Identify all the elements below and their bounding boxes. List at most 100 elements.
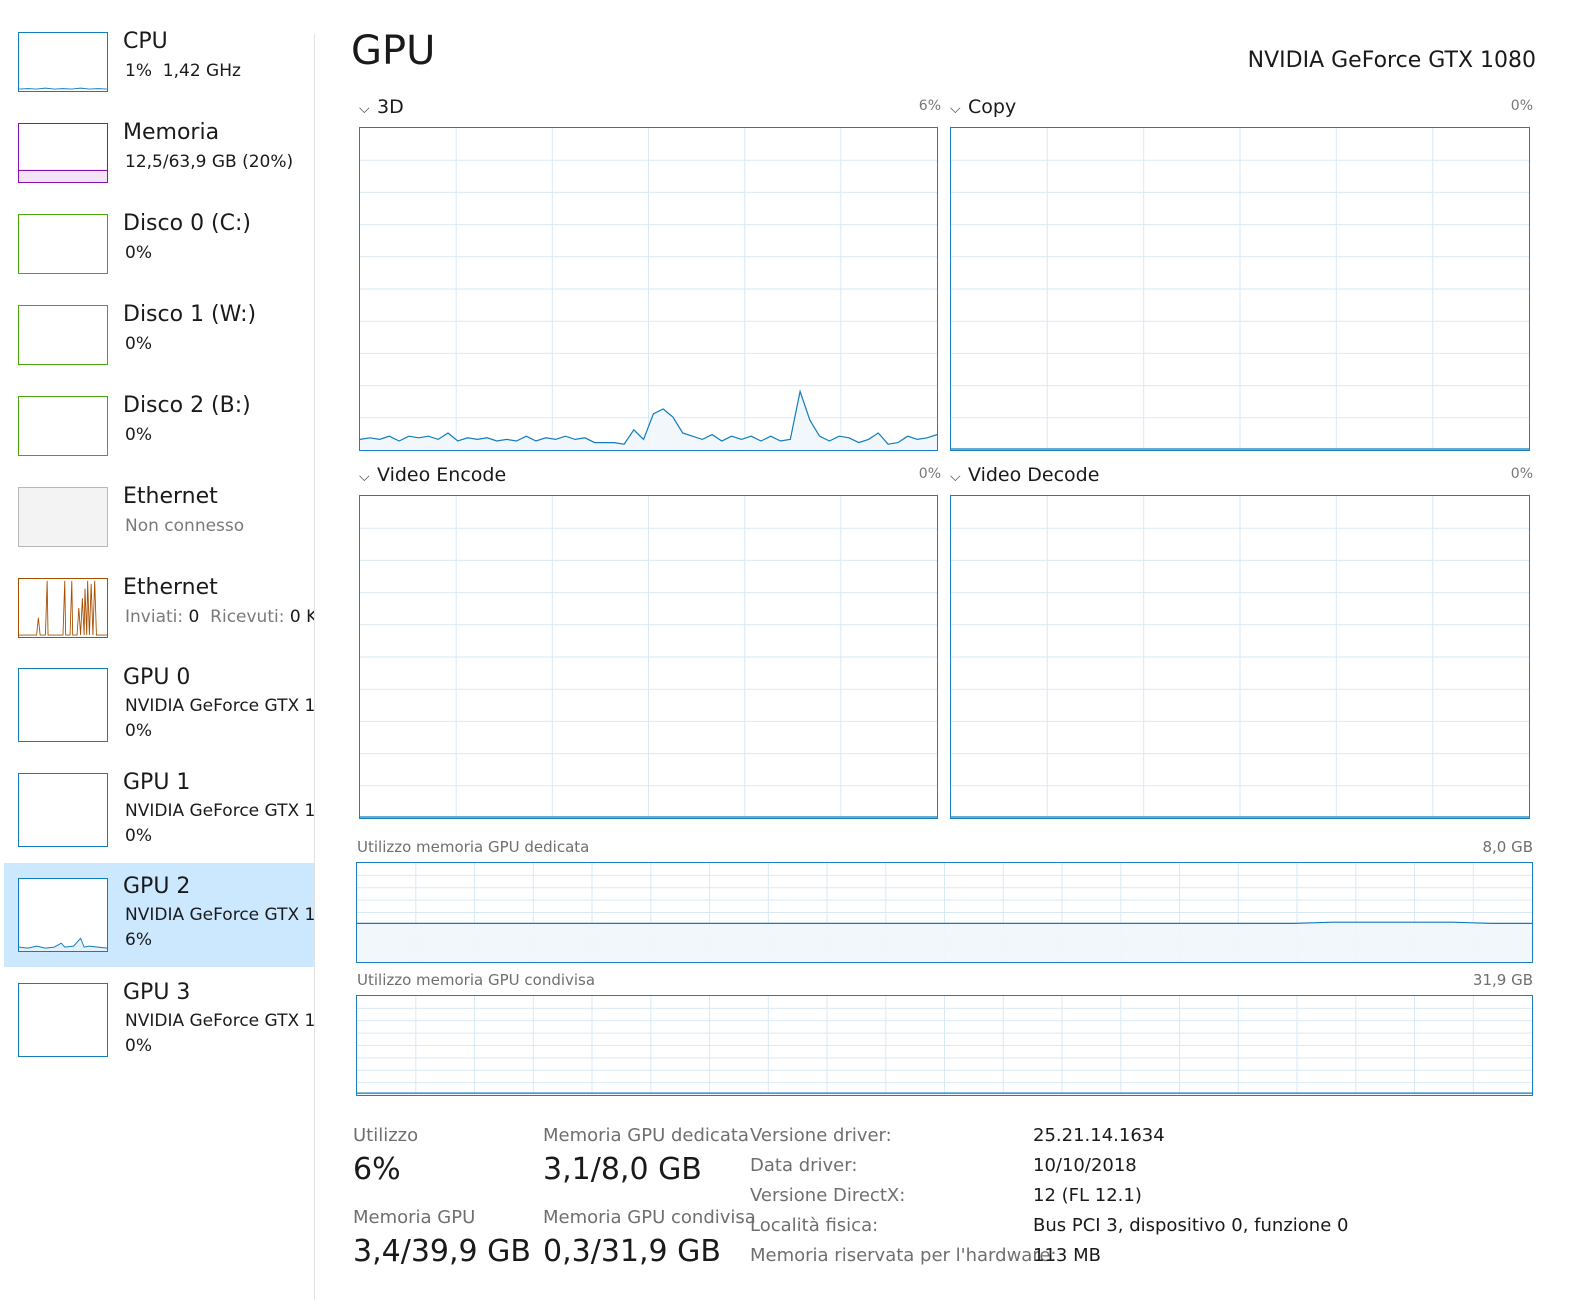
prop-reserved-label: Memoria riservata per l'hardware: bbox=[750, 1245, 1057, 1266]
dedicated-memory-label: Utilizzo memoria GPU dedicata bbox=[357, 838, 590, 856]
memory-thumbnail bbox=[18, 123, 108, 183]
sidebar-ethernet1-recv-value: 0 Kbps bbox=[289, 607, 314, 627]
sidebar-gpu1-title: GPU 1 bbox=[123, 770, 191, 795]
sidebar-disk2-title: Disco 2 (B:) bbox=[123, 393, 251, 418]
page-title: GPU bbox=[351, 28, 436, 74]
graph-decode-label: Video Decode bbox=[968, 464, 1100, 486]
sidebar-cpu-speed: 1,42 GHz bbox=[162, 61, 241, 81]
graph-3d-percent: 6% bbox=[918, 98, 941, 114]
chevron-down-icon: ⌵ bbox=[359, 469, 370, 485]
prop-driver-date-label: Data driver: bbox=[750, 1155, 858, 1176]
sidebar-gpu2-model: NVIDIA GeForce GTX 1080 bbox=[125, 905, 314, 925]
sidebar-item-gpu1[interactable]: GPU 1 NVIDIA GeForce GTX 1080 0% bbox=[4, 764, 314, 868]
gpu-model-name: NVIDIA GeForce GTX 1080 bbox=[1247, 48, 1536, 73]
sidebar-disk1-detail: 0% bbox=[125, 334, 152, 354]
disk0-thumbnail bbox=[18, 214, 108, 274]
series-area bbox=[357, 922, 1532, 962]
resource-sidebar: CPU 1% 1,42 GHz Memoria 12,5/63,9 GB (20… bbox=[0, 0, 314, 1310]
sidebar-ethernet1-detail: Inviati: 0 Ricevuti: 0 Kbps bbox=[125, 607, 314, 627]
sidebar-ethernet1-sent-value: 0 bbox=[188, 607, 200, 627]
sidebar-disk0-title: Disco 0 (C:) bbox=[123, 211, 251, 236]
gpu0-thumbnail bbox=[18, 668, 108, 742]
graph-3d-chart bbox=[360, 128, 937, 450]
sidebar-memory-detail: 12,5/63,9 GB (20%) bbox=[125, 152, 294, 172]
sidebar-item-ethernet-connected[interactable]: Ethernet Inviati: 0 Ricevuti: 0 Kbps bbox=[4, 568, 314, 658]
sidebar-gpu0-title: GPU 0 bbox=[123, 665, 191, 690]
sidebar-disk0-detail: 0% bbox=[125, 243, 152, 263]
prop-location-label: Località fisica: bbox=[750, 1215, 879, 1236]
sidebar-cpu-detail: 1% 1,42 GHz bbox=[125, 61, 241, 81]
graph-decode bbox=[950, 495, 1530, 819]
graph-3d-selector[interactable]: ⌵ 3D bbox=[359, 96, 404, 118]
chevron-down-icon: ⌵ bbox=[359, 101, 370, 117]
stat-utilization-label: Utilizzo bbox=[353, 1125, 419, 1146]
sidebar-gpu0-model: NVIDIA GeForce GTX 1080 bbox=[125, 696, 314, 716]
sidebar-item-ethernet-disconnected[interactable]: Ethernet Non connesso bbox=[4, 477, 314, 567]
graph-encode bbox=[359, 495, 938, 819]
prop-directx-label: Versione DirectX: bbox=[750, 1185, 906, 1206]
graph-copy-percent: 0% bbox=[1510, 98, 1533, 114]
graph-encode-label: Video Encode bbox=[377, 464, 507, 486]
sidebar-item-disk1[interactable]: Disco 1 (W:) 0% bbox=[4, 295, 314, 385]
sidebar-cpu-title: CPU bbox=[123, 29, 168, 54]
graph-decode-selector[interactable]: ⌵ Video Decode bbox=[950, 464, 1099, 486]
sidebar-gpu3-title: GPU 3 bbox=[123, 980, 191, 1005]
graph-shared-memory bbox=[356, 995, 1533, 1096]
prop-directx-value: 12 (FL 12.1) bbox=[1033, 1185, 1142, 1206]
graph-encode-percent: 0% bbox=[918, 466, 941, 482]
sidebar-gpu0-usage: 0% bbox=[125, 721, 152, 741]
graph-shared-memory-chart bbox=[357, 996, 1532, 1095]
graph-copy bbox=[950, 127, 1530, 451]
stat-gpu-memory-label: Memoria GPU bbox=[353, 1207, 476, 1228]
cpu-thumbnail bbox=[18, 32, 108, 92]
sidebar-item-disk0[interactable]: Disco 0 (C:) 0% bbox=[4, 204, 314, 294]
sidebar-ethernet0-title: Ethernet bbox=[123, 484, 218, 509]
prop-driver-version-label: Versione driver: bbox=[750, 1125, 892, 1146]
sidebar-ethernet1-recv-label: Ricevuti: bbox=[210, 607, 285, 627]
ethernet1-thumbnail bbox=[18, 578, 108, 638]
sidebar-item-disk2[interactable]: Disco 2 (B:) 0% bbox=[4, 386, 314, 476]
disk2-thumbnail bbox=[18, 396, 108, 456]
sidebar-item-gpu0[interactable]: GPU 0 NVIDIA GeForce GTX 1080 0% bbox=[4, 659, 314, 763]
shared-memory-label: Utilizzo memoria GPU condivisa bbox=[357, 971, 596, 989]
graph-copy-chart bbox=[951, 128, 1529, 450]
gpu2-thumbnail bbox=[18, 878, 108, 952]
gpu3-thumbnail bbox=[18, 983, 108, 1057]
stat-shared-label: Memoria GPU condivisa bbox=[543, 1207, 756, 1228]
ethernet0-thumbnail bbox=[18, 487, 108, 547]
graph-dedicated-memory-chart bbox=[357, 863, 1532, 962]
dedicated-memory-max: 8,0 GB bbox=[1482, 838, 1533, 856]
prop-driver-version-value: 25.21.14.1634 bbox=[1033, 1125, 1165, 1146]
graph-copy-label: Copy bbox=[968, 96, 1017, 118]
sidebar-cpu-usage: 1% bbox=[125, 61, 152, 81]
chevron-down-icon: ⌵ bbox=[950, 469, 961, 485]
sidebar-gpu3-usage: 0% bbox=[125, 1036, 152, 1056]
sidebar-gpu1-usage: 0% bbox=[125, 826, 152, 846]
pane-divider bbox=[314, 34, 315, 1300]
sidebar-item-memory[interactable]: Memoria 12,5/63,9 GB (20%) bbox=[4, 113, 314, 203]
sidebar-item-cpu[interactable]: CPU 1% 1,42 GHz bbox=[4, 22, 314, 112]
sidebar-ethernet1-title: Ethernet bbox=[123, 575, 218, 600]
sidebar-ethernet0-detail: Non connesso bbox=[125, 516, 245, 536]
chevron-down-icon: ⌵ bbox=[950, 101, 961, 117]
prop-driver-date-value: 10/10/2018 bbox=[1033, 1155, 1137, 1176]
stat-utilization-value: 6% bbox=[353, 1152, 401, 1187]
sidebar-item-gpu3[interactable]: GPU 3 NVIDIA GeForce GTX 1080 0% bbox=[4, 974, 314, 1078]
sidebar-gpu1-model: NVIDIA GeForce GTX 1080 bbox=[125, 801, 314, 821]
stat-shared-value: 0,3/31,9 GB bbox=[543, 1234, 721, 1269]
graph-encode-selector[interactable]: ⌵ Video Encode bbox=[359, 464, 506, 486]
sidebar-gpu2-usage: 6% bbox=[125, 930, 152, 950]
sidebar-item-gpu2[interactable]: GPU 2 NVIDIA GeForce GTX 1080 6% bbox=[4, 863, 314, 967]
sidebar-gpu2-title: GPU 2 bbox=[123, 874, 191, 899]
sidebar-disk2-detail: 0% bbox=[125, 425, 152, 445]
graph-3d bbox=[359, 127, 938, 451]
sidebar-disk1-title: Disco 1 (W:) bbox=[123, 302, 257, 327]
graph-copy-selector[interactable]: ⌵ Copy bbox=[950, 96, 1016, 118]
graph-decode-chart bbox=[951, 496, 1529, 818]
graph-dedicated-memory bbox=[356, 862, 1533, 963]
gpu1-thumbnail bbox=[18, 773, 108, 847]
stat-dedicated-value: 3,1/8,0 GB bbox=[543, 1152, 702, 1187]
stat-gpu-memory-value: 3,4/39,9 GB bbox=[353, 1234, 531, 1269]
disk1-thumbnail bbox=[18, 305, 108, 365]
prop-location-value: Bus PCI 3, dispositivo 0, funzione 0 bbox=[1033, 1215, 1349, 1236]
